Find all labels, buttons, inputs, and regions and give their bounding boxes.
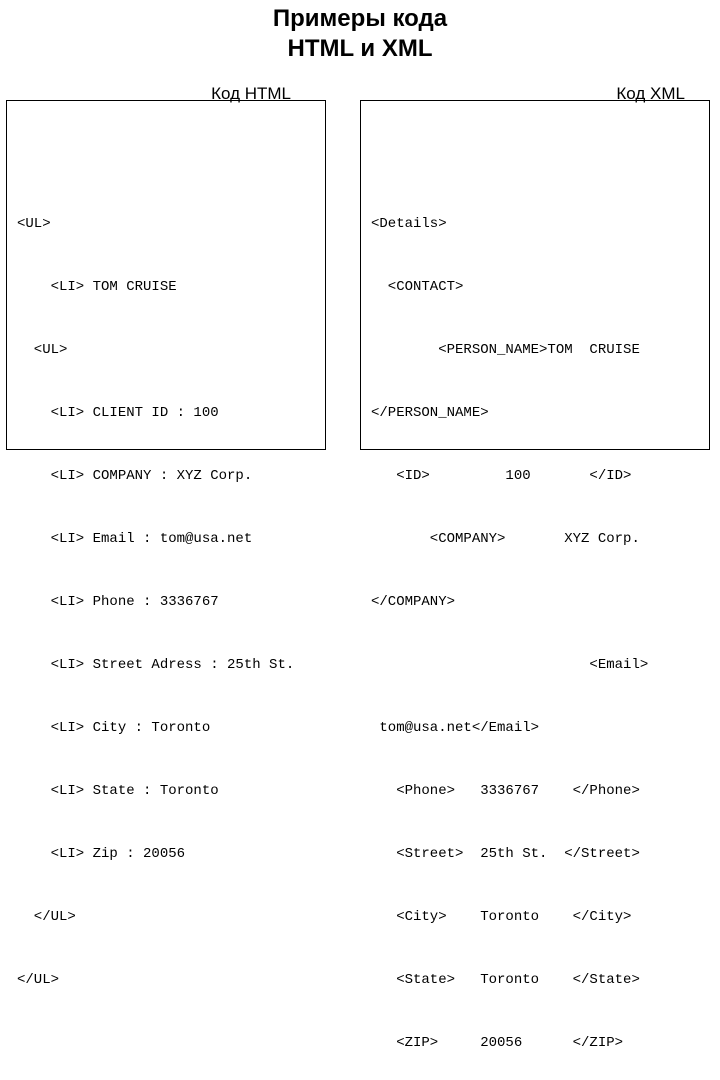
title-line-2: HTML и XML [0,34,720,64]
code-line: <LI> State : Toronto [17,781,315,802]
code-line: <LI> TOM CRUISE [17,277,315,298]
code-line: <LI> Zip : 20056 [17,844,315,865]
code-line: <UL> [17,340,315,361]
code-line: <LI> COMPANY : XYZ Corp. [17,466,315,487]
code-line: <LI> Phone : 3336767 [17,592,315,613]
title-line-1: Примеры кода [0,4,720,34]
html-code-lines: <UL> <LI> TOM CRUISE <UL> <LI> CLIENT ID… [17,172,315,1033]
code-line: <Email> [371,655,699,676]
code-line: <LI> CLIENT ID : 100 [17,403,315,424]
code-line: <LI> City : Toronto [17,718,315,739]
xml-panel-label: Код XML [616,83,685,104]
code-line: tom@usa.net</Email> [371,718,699,739]
html-panel-label: Код HTML [211,83,291,104]
code-line: <City> Toronto </City> [371,907,699,928]
code-line: </UL> [17,970,315,991]
html-code-panel: Код HTML <UL> <LI> TOM CRUISE <UL> <LI> … [6,100,326,450]
code-line: </PERSON_NAME> [371,403,699,424]
code-line: <LI> Street Adress : 25th St. [17,655,315,676]
code-line: <State> Toronto </State> [371,970,699,991]
code-line: <Street> 25th St. </Street> [371,844,699,865]
code-line: <PERSON_NAME>TOM CRUISE [371,340,699,361]
code-line: <UL> [17,214,315,235]
code-panels: Код HTML <UL> <LI> TOM CRUISE <UL> <LI> … [0,64,720,450]
page-title: Примеры кода HTML и XML [0,4,720,64]
code-line: <ZIP> 20056 </ZIP> [371,1033,699,1054]
code-line: <Phone> 3336767 </Phone> [371,781,699,802]
code-line: <Details> [371,214,699,235]
code-line: </COMPANY> [371,592,699,613]
xml-code-lines: <Details> <CONTACT> <PERSON_NAME>TOM CRU… [371,172,699,1080]
xml-code-panel: Код XML <Details> <CONTACT> <PERSON_NAME… [360,100,710,450]
code-line: </UL> [17,907,315,928]
code-line: <CONTACT> [371,277,699,298]
code-line: <ID> 100 </ID> [371,466,699,487]
